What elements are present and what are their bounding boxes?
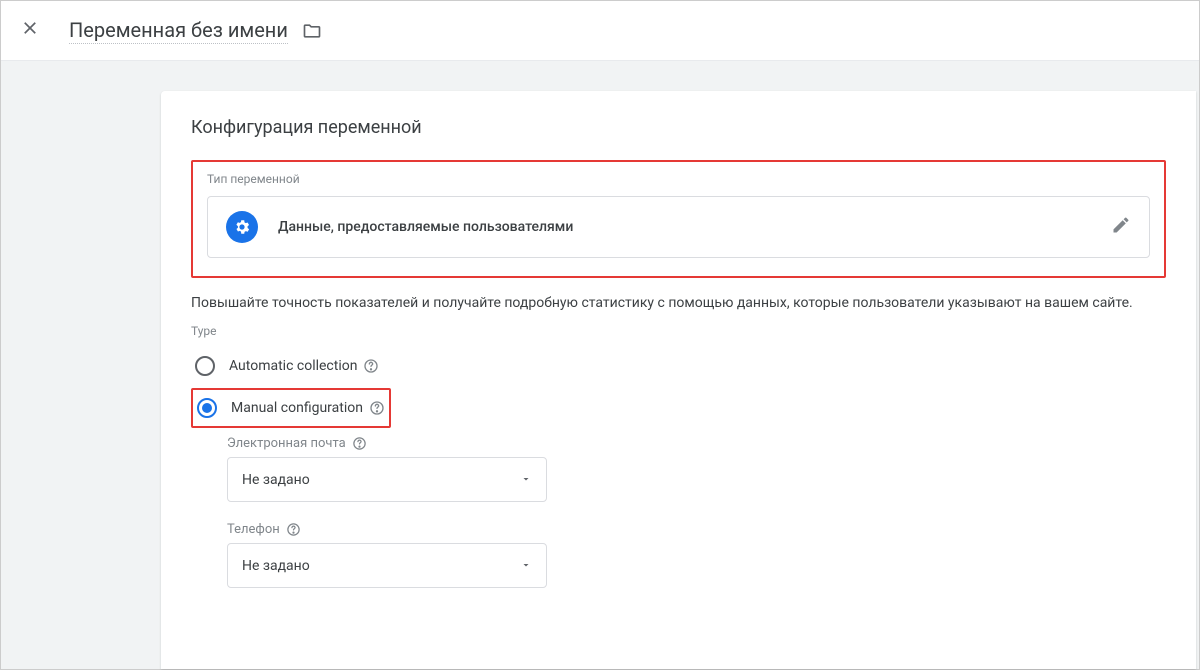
chevron-down-icon	[520, 470, 532, 489]
email-select[interactable]: Не задано	[227, 457, 547, 502]
radio-group: Automatic collection Manual configuratio…	[191, 348, 1166, 588]
email-select-value: Не задано	[242, 472, 310, 488]
card-title: Конфигурация переменной	[191, 117, 1166, 138]
type-label: Type	[191, 324, 1166, 338]
description-text: Повышайте точность показателей и получай…	[191, 292, 1166, 314]
email-field-block: Электронная почта Не задано	[227, 436, 1166, 502]
radio-unchecked-icon	[195, 356, 215, 376]
close-icon[interactable]	[21, 18, 39, 43]
variable-type-section: Тип переменной Данные, предоставляемые п…	[191, 160, 1166, 278]
top-header: Переменная без имени	[1, 1, 1199, 61]
edit-pencil-icon[interactable]	[1111, 215, 1131, 239]
page-title[interactable]: Переменная без имени	[69, 18, 288, 44]
radio-checked-icon	[197, 398, 217, 418]
radio-automatic[interactable]: Automatic collection	[191, 348, 1166, 384]
help-icon[interactable]	[286, 522, 301, 537]
workspace: Конфигурация переменной Тип переменной Д…	[1, 61, 1199, 669]
variable-type-label: Тип переменной	[207, 172, 1150, 186]
gear-icon	[226, 211, 258, 243]
phone-select-value: Не задано	[242, 558, 310, 574]
config-card: Конфигурация переменной Тип переменной Д…	[161, 91, 1196, 669]
folder-icon[interactable]	[302, 21, 322, 41]
phone-field-block: Телефон Не задано	[227, 522, 1166, 588]
radio-manual[interactable]: Manual configuration	[191, 388, 391, 428]
variable-type-selector[interactable]: Данные, предоставляемые пользователями	[207, 196, 1150, 258]
help-icon[interactable]	[369, 400, 385, 416]
email-label: Электронная почта	[227, 436, 346, 451]
manual-fields: Электронная почта Не задано	[227, 436, 1166, 588]
chevron-down-icon	[520, 556, 532, 575]
radio-automatic-label: Automatic collection	[229, 358, 357, 374]
help-icon[interactable]	[363, 358, 379, 374]
help-icon[interactable]	[352, 436, 367, 451]
radio-manual-label: Manual configuration	[231, 400, 363, 416]
phone-label: Телефон	[227, 522, 280, 537]
variable-type-name: Данные, предоставляемые пользователями	[278, 219, 573, 235]
phone-select[interactable]: Не задано	[227, 543, 547, 588]
